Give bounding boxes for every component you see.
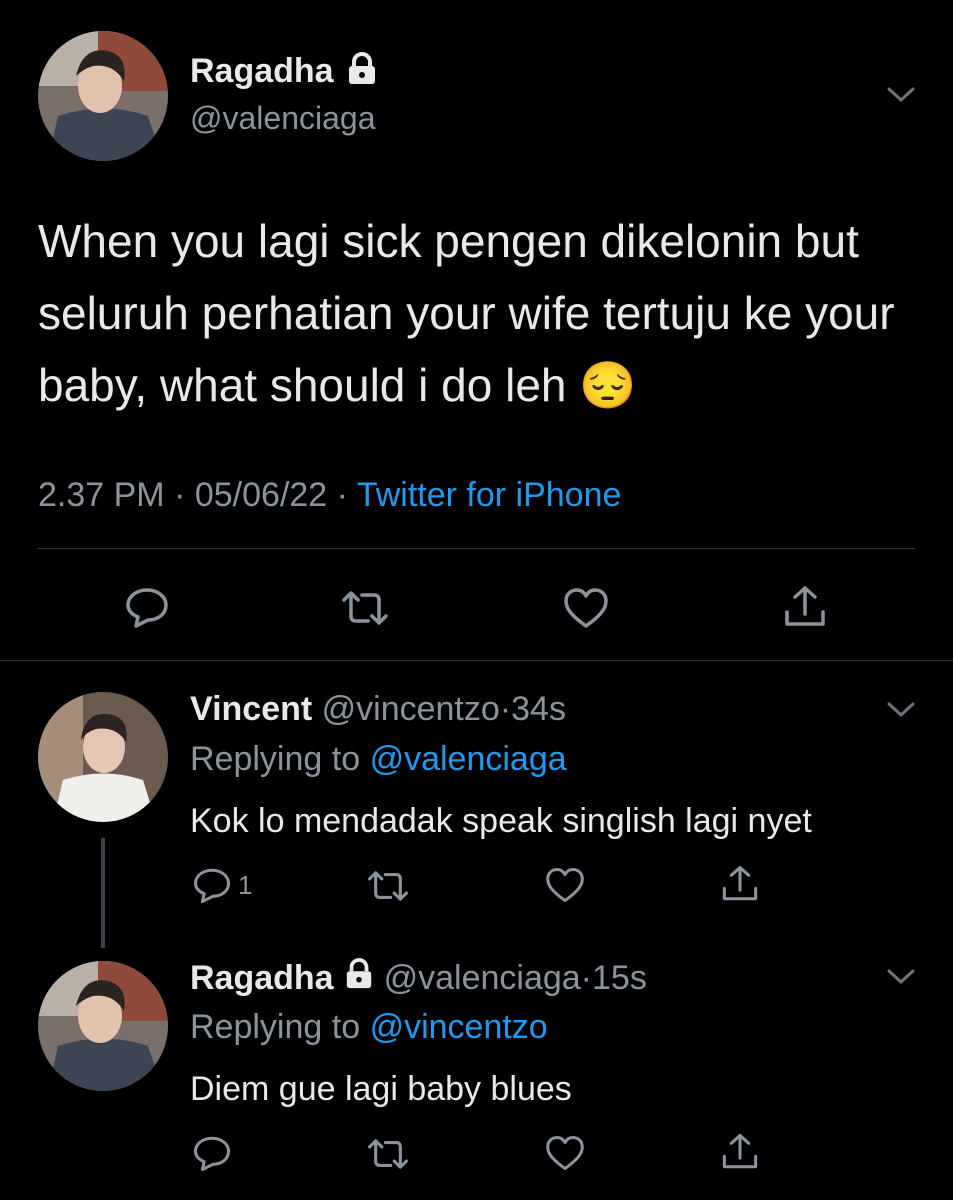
tweet-time: 15s: [592, 959, 647, 997]
like-button[interactable]: [544, 866, 586, 904]
reply-button[interactable]: [192, 1134, 232, 1172]
tweet-meta: 2.37 PM · 05/06/22 · Twitter for iPhone: [38, 476, 622, 514]
like-button[interactable]: [562, 586, 610, 630]
tweet-time: 34s: [511, 690, 566, 728]
tweet-text: When you lagi sick pengen dikelonin but …: [38, 215, 895, 411]
author-name[interactable]: Ragadha: [190, 52, 334, 91]
divider: [0, 660, 953, 661]
share-icon: [720, 1132, 760, 1172]
tweet-date: 05/06/22: [194, 476, 328, 514]
mention-link[interactable]: @vincentzo: [370, 1008, 548, 1046]
author-handle[interactable]: @vincentzo: [322, 690, 500, 728]
author-name[interactable]: Ragadha: [190, 959, 334, 998]
reply-count: 1: [238, 869, 253, 900]
avatar[interactable]: [38, 961, 168, 1091]
avatar[interactable]: [38, 31, 168, 161]
author-handle[interactable]: @valenciaga: [384, 959, 581, 997]
tweet-text: Kok lo mendadak speak singlish lagi nyet: [190, 802, 812, 840]
chevron-down-icon[interactable]: [886, 85, 916, 110]
like-button[interactable]: [544, 1134, 586, 1172]
reply-icon: [192, 1134, 232, 1172]
author-handle[interactable]: @valenciaga: [190, 100, 375, 137]
retweet-icon: [366, 868, 410, 904]
chevron-down-icon[interactable]: [886, 700, 916, 725]
thread-line: [101, 838, 105, 948]
reply-icon: [124, 586, 170, 628]
mention-link[interactable]: @valenciaga: [370, 740, 567, 778]
lock-icon: [344, 958, 374, 999]
like-icon: [544, 1134, 586, 1172]
share-icon: [720, 864, 760, 904]
share-button[interactable]: [782, 584, 828, 630]
share-button[interactable]: [720, 864, 760, 904]
author-name[interactable]: Vincent: [190, 690, 312, 728]
replying-to: Replying to @vincentzo: [190, 1008, 548, 1046]
tweet-text: Diem gue lagi baby blues: [190, 1070, 572, 1108]
avatar[interactable]: [38, 692, 168, 822]
divider: [38, 548, 915, 549]
reply-button[interactable]: [124, 586, 170, 628]
retweet-icon: [366, 1136, 410, 1172]
reply-button[interactable]: 1: [192, 866, 252, 904]
tweet-source-link[interactable]: Twitter for iPhone: [357, 476, 622, 514]
replying-to: Replying to @valenciaga: [190, 740, 567, 778]
retweet-icon: [340, 588, 390, 628]
lock-icon: [346, 52, 378, 91]
reply-icon: [192, 866, 232, 904]
tweet-time: 2.37 PM: [38, 476, 165, 514]
chevron-down-icon[interactable]: [886, 967, 916, 992]
like-icon: [562, 586, 610, 630]
retweet-button[interactable]: [366, 1136, 410, 1172]
share-button[interactable]: [720, 1132, 760, 1172]
retweet-button[interactable]: [340, 588, 390, 628]
retweet-button[interactable]: [366, 868, 410, 904]
share-icon: [782, 584, 828, 630]
like-icon: [544, 866, 586, 904]
